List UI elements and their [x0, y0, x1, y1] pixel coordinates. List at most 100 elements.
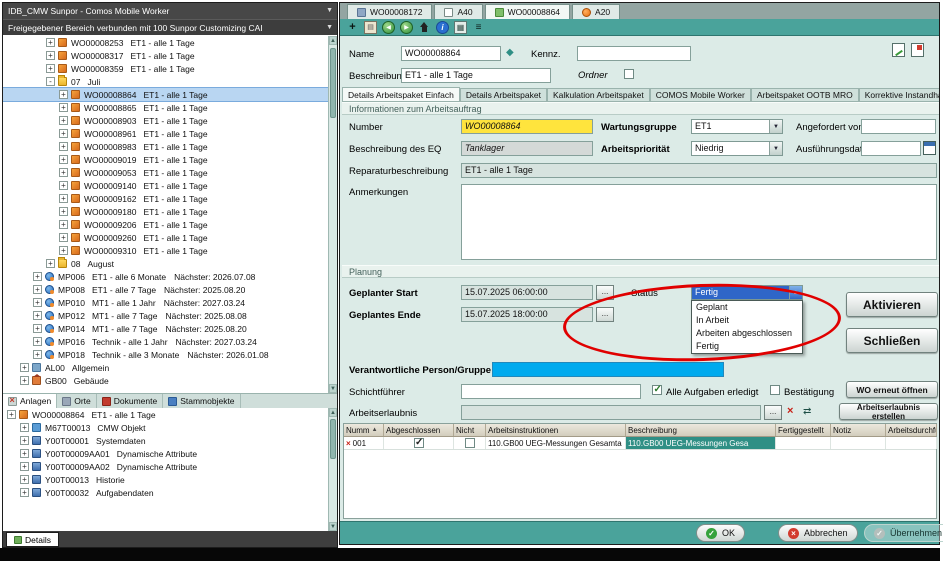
scroll-down-icon[interactable]: ▼	[329, 522, 337, 531]
home-icon[interactable]	[418, 21, 431, 34]
expander-icon[interactable]: +	[59, 103, 68, 112]
expander-icon[interactable]: +	[46, 38, 55, 47]
forward-icon[interactable]: ▶	[400, 21, 413, 34]
info-icon[interactable]: i	[436, 21, 449, 34]
expander-icon[interactable]: +	[59, 207, 68, 216]
wo-erneut-oeffnen-button[interactable]: WO erneut öffnen	[846, 381, 938, 398]
expander-icon[interactable]: +	[59, 116, 68, 125]
expander-icon[interactable]: +	[33, 337, 42, 346]
expander-icon[interactable]: +	[33, 350, 42, 359]
scroll-up-icon[interactable]: ▲	[329, 36, 337, 45]
name-input[interactable]: WO00008864	[401, 46, 501, 61]
beschreibung-input[interactable]: ET1 - alle 1 Tage	[401, 68, 551, 83]
expander-icon[interactable]: +	[59, 90, 68, 99]
expander-icon[interactable]: +	[59, 246, 68, 255]
expander-icon[interactable]: +	[33, 285, 42, 294]
window-icon[interactable]: ▦	[454, 21, 467, 34]
expander-icon[interactable]: +	[46, 51, 55, 60]
tree-item-WO00009053[interactable]: +WO00009053ET1 - alle 1 Tage	[3, 166, 328, 179]
tree-item-MP008[interactable]: +MP008ET1 - alle 7 TageNächster: 2025.08…	[3, 283, 328, 296]
status-option-fertig[interactable]: Fertig	[692, 340, 802, 353]
column-header-arbeitsdurchführun[interactable]: Arbeitsdurchführun	[886, 424, 937, 436]
dropdown-arrow-icon[interactable]: ▼	[769, 120, 782, 133]
column-header-numm[interactable]: Numm▲	[344, 424, 384, 436]
tab-kalkulation-arbeitspaket[interactable]: Kalkulation Arbeitspaket	[547, 88, 650, 101]
column-header-fertiggestellt[interactable]: Fertiggestellt	[776, 424, 831, 436]
layer-selector-bar[interactable]: Freigegebener Bereich verbunden mit 100 …	[3, 19, 337, 35]
ordner-checkbox[interactable]	[624, 69, 634, 79]
start-browse-button[interactable]: ...	[596, 285, 614, 300]
bestaetigung-checkbox[interactable]	[770, 385, 780, 395]
tab-details-arbeitspaket[interactable]: Details Arbeitspaket	[460, 88, 547, 101]
scrollbar-thumb[interactable]	[330, 419, 336, 459]
tree-item-WO00009310[interactable]: +WO00009310ET1 - alle 1 Tage	[3, 244, 328, 257]
delete-x-icon[interactable]: ×	[787, 405, 793, 417]
expander-icon[interactable]: +	[59, 194, 68, 203]
tree-item-Y00T00032[interactable]: +Y00T00032Aufgabendaten	[3, 486, 328, 499]
expander-icon[interactable]: +	[59, 233, 68, 242]
number-field[interactable]: WO00008864	[461, 119, 593, 134]
ausfuehrung-input[interactable]	[861, 141, 921, 156]
expander-icon[interactable]: +	[20, 488, 29, 497]
tab-details[interactable]: Details	[6, 532, 59, 547]
nav-tab-orte[interactable]: Orte	[57, 394, 97, 408]
arbeitserlaubnis-field[interactable]	[461, 405, 761, 420]
tree-item-M67T00013[interactable]: +M67T00013CMW Objekt	[3, 421, 328, 434]
expander-icon[interactable]: +	[20, 363, 29, 372]
abbrechen-button[interactable]: × Abbrechen	[778, 524, 858, 542]
tree-item-WO00008864[interactable]: +WO00008864ET1 - alle 1 Tage	[3, 88, 328, 101]
tree-item-Y00T00009AA01[interactable]: +Y00T00009AA01Dynamische Attribute	[3, 447, 328, 460]
expander-icon[interactable]: +	[20, 423, 29, 432]
tree-item-Y00T00009AA02[interactable]: +Y00T00009AA02Dynamische Attribute	[3, 460, 328, 473]
tree-item-WO00009140[interactable]: +WO00009140ET1 - alle 1 Tage	[3, 179, 328, 192]
plant-tree-scrollbar[interactable]: ▲ ▼	[328, 36, 337, 393]
expander-icon[interactable]: -	[46, 77, 55, 86]
expander-icon[interactable]: +	[46, 64, 55, 73]
tab-details-arbeitspaket-einfach[interactable]: Details Arbeitspaket Einfach	[342, 87, 460, 101]
geplantes-ende-field[interactable]: 15.07.2025 18:00:00	[461, 307, 593, 322]
tree-item-Y00T00013[interactable]: +Y00T00013Historie	[3, 473, 328, 486]
back-icon[interactable]: ◀	[382, 21, 395, 34]
column-header-abgeschlossen[interactable]: Abgeschlossen	[384, 424, 454, 436]
nav-tab-dokumente[interactable]: Dokumente	[97, 394, 163, 408]
verantwortlich-field[interactable]	[492, 362, 724, 377]
expander-icon[interactable]: +	[20, 475, 29, 484]
table-row[interactable]: ×001110.GB00 UEG-Messungen Gesamta110.GB…	[344, 437, 936, 450]
document-flag-icon[interactable]	[911, 43, 924, 57]
abgeschlossen-checkbox[interactable]	[414, 438, 424, 448]
uebernehmen-button[interactable]: ✓ Übernehmen	[864, 524, 943, 542]
tree-item-WO00009180[interactable]: +WO00009180ET1 - alle 1 Tage	[3, 205, 328, 218]
tab-arbeitspaket-ootb-mro[interactable]: Arbeitspaket OOTB MRO	[751, 88, 859, 101]
alle-aufgaben-checkbox[interactable]	[652, 385, 662, 395]
arbeitserlaubnis-browse-button[interactable]: ...	[764, 405, 782, 420]
row-x-icon[interactable]: ×	[346, 439, 351, 448]
doc-tab-a20[interactable]: A20	[572, 4, 620, 19]
status-option-in-arbeit[interactable]: In Arbeit	[692, 314, 802, 327]
tree-item-MP016[interactable]: +MP016Technik - alle 1 JahrNächster: 202…	[3, 335, 328, 348]
tree-item-GB00[interactable]: +GB00Gebäude	[3, 374, 328, 387]
dropdown-arrow-icon[interactable]: ▼	[769, 142, 782, 155]
tree-item-WO00008253[interactable]: +WO00008253ET1 - alle 1 Tage	[3, 36, 328, 49]
status-option-arbeiten-abgeschlossen[interactable]: Arbeiten abgeschlossen	[692, 327, 802, 340]
clipboard-icon[interactable]: ▤	[364, 21, 377, 34]
anmerkungen-textarea[interactable]	[461, 184, 937, 260]
column-header-nicht[interactable]: Nicht	[454, 424, 486, 436]
reparatur-field[interactable]: ET1 - alle 1 Tage	[461, 163, 937, 178]
transfer-arrows-icon[interactable]: ⇄	[803, 406, 811, 417]
navigate-diamond-icon[interactable]: ◆	[506, 47, 514, 58]
tree-item-WO00008864[interactable]: +WO00008864ET1 - alle 1 Tage	[3, 408, 328, 421]
status-option-geplant[interactable]: Geplant	[692, 301, 802, 314]
tree-item-MP006[interactable]: +MP006ET1 - alle 6 MonateNächster: 2026.…	[3, 270, 328, 283]
nav-tab-stammobjekte[interactable]: Stammobjekte	[163, 394, 240, 408]
schliessen-button[interactable]: Schließen	[846, 328, 938, 353]
tree-item-MP014[interactable]: +MP014MT1 - alle 7 TageNächster: 2025.08…	[3, 322, 328, 335]
tree-item-08[interactable]: +08August	[3, 257, 328, 270]
tree-item-WO00008317[interactable]: +WO00008317ET1 - alle 1 Tage	[3, 49, 328, 62]
tree-item-MP012[interactable]: +MP012MT1 - alle 7 TageNächster: 2025.08…	[3, 309, 328, 322]
tree-item-AL00[interactable]: +AL00Allgemein	[3, 361, 328, 374]
schichtfuehrer-input[interactable]	[461, 384, 641, 399]
tree-item-Y00T00001[interactable]: +Y00T00001Systemdaten	[3, 434, 328, 447]
expander-icon[interactable]: +	[20, 462, 29, 471]
move-icon[interactable]: +	[346, 21, 359, 34]
scroll-down-icon[interactable]: ▼	[329, 384, 337, 393]
